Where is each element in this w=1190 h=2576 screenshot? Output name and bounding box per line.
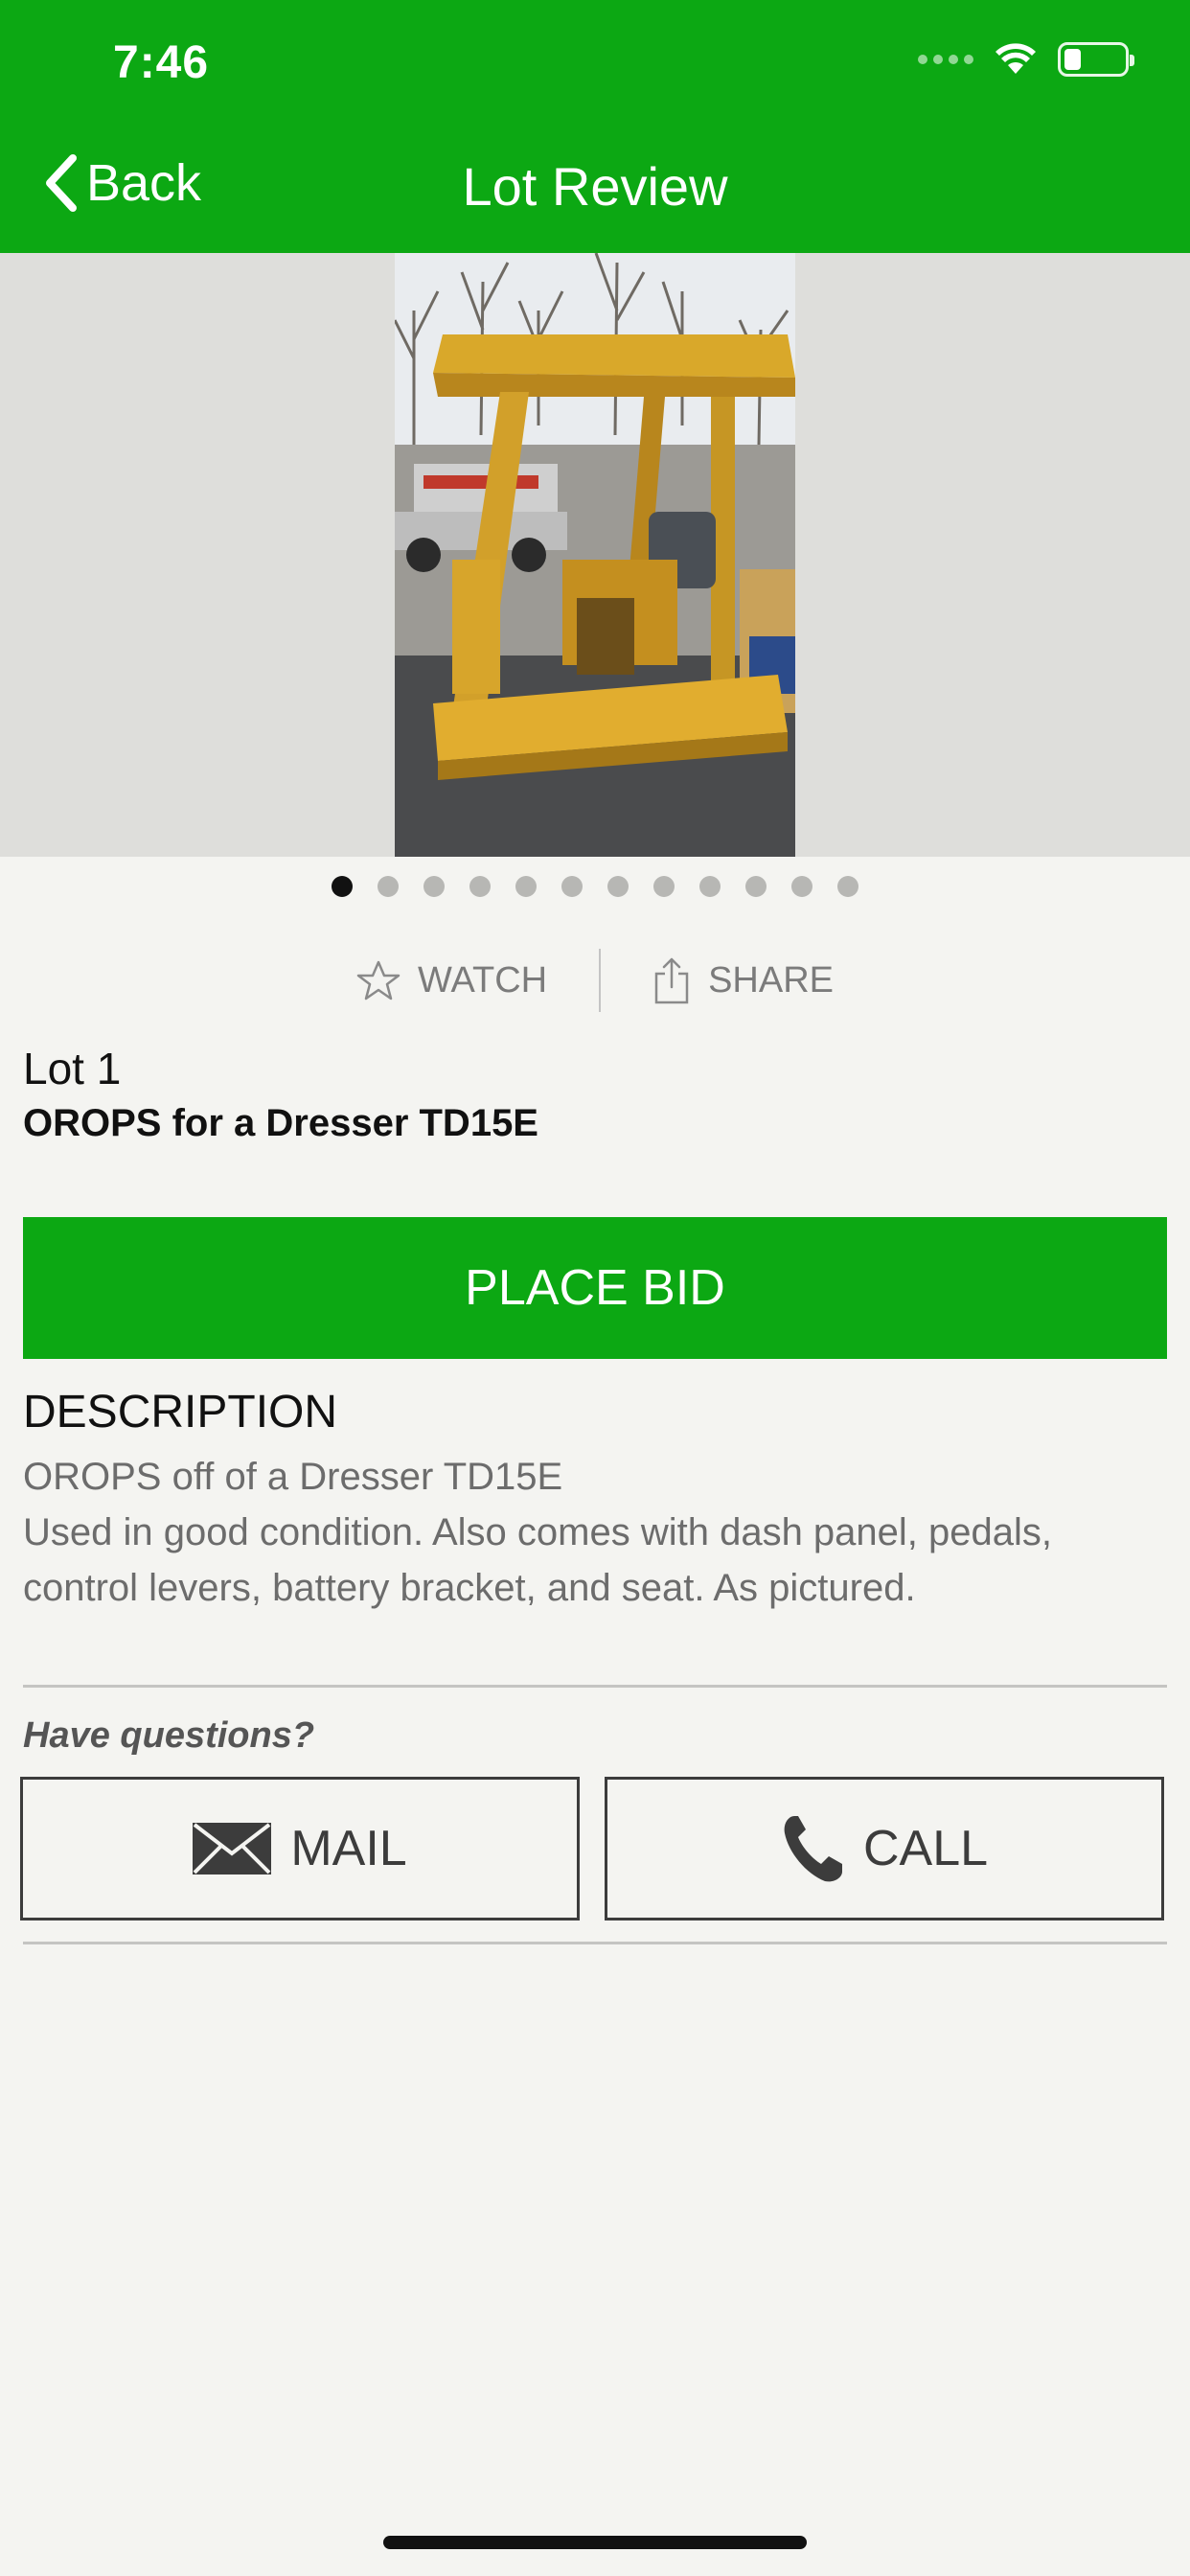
pager-dot[interactable]	[837, 876, 858, 897]
status-icons	[918, 42, 1134, 77]
lot-photo[interactable]	[395, 253, 795, 857]
pager-dot[interactable]	[653, 876, 675, 897]
description-text: OROPS off of a Dresser TD15E Used in goo…	[23, 1449, 1167, 1616]
status-time: 7:46	[113, 37, 210, 88]
pager-dot[interactable]	[423, 876, 445, 897]
gallery-pager[interactable]	[0, 876, 1190, 897]
battery-level	[1064, 49, 1081, 70]
place-bid-button[interactable]: PLACE BID	[23, 1217, 1167, 1359]
divider-top	[23, 1685, 1167, 1688]
share-label: SHARE	[708, 959, 834, 1000]
pager-dot[interactable]	[515, 876, 537, 897]
call-label: CALL	[862, 1821, 989, 1876]
watch-label: WATCH	[418, 959, 548, 1000]
share-icon	[654, 957, 689, 1004]
call-button[interactable]: CALL	[605, 1777, 1164, 1920]
action-divider	[599, 949, 602, 1012]
pager-dot[interactable]	[469, 876, 491, 897]
image-gallery[interactable]	[0, 253, 1190, 857]
pager-dot[interactable]	[745, 876, 767, 897]
description-body: Used in good condition. Also comes with …	[23, 1511, 1053, 1609]
home-indicator[interactable]	[383, 2536, 807, 2549]
star-icon	[356, 960, 400, 1000]
description-line1: OROPS off of a Dresser TD15E	[23, 1456, 563, 1498]
lot-review-screen: 7:46 Back Lot Review WATCH SHARE Lot 1 O…	[0, 0, 1190, 2576]
pager-dot[interactable]	[699, 876, 721, 897]
mail-label: MAIL	[290, 1821, 407, 1876]
pager-dot[interactable]	[791, 876, 812, 897]
wifi-icon	[995, 43, 1036, 74]
lot-title: OROPS for a Dresser TD15E	[23, 1102, 538, 1144]
cellular-signal-icon	[918, 55, 973, 64]
share-button[interactable]: SHARE	[652, 956, 834, 1004]
questions-prompt: Have questions?	[23, 1715, 315, 1756]
page-title: Lot Review	[462, 156, 728, 217]
phone-icon	[784, 1816, 842, 1882]
description-heading: DESCRIPTION	[23, 1387, 338, 1438]
mail-button[interactable]: MAIL	[20, 1777, 580, 1920]
pager-dot[interactable]	[607, 876, 629, 897]
divider-bottom	[23, 1942, 1167, 1944]
pager-dot[interactable]	[378, 876, 399, 897]
pager-dot[interactable]	[332, 876, 353, 897]
mail-icon	[193, 1823, 272, 1874]
lot-actions: WATCH SHARE	[0, 947, 1190, 1014]
battery-icon	[1058, 42, 1134, 77]
lot-number: Lot 1	[23, 1044, 122, 1093]
pager-dot[interactable]	[561, 876, 583, 897]
header: 7:46 Back Lot Review	[0, 0, 1190, 253]
watch-button[interactable]: WATCH	[356, 959, 547, 1001]
